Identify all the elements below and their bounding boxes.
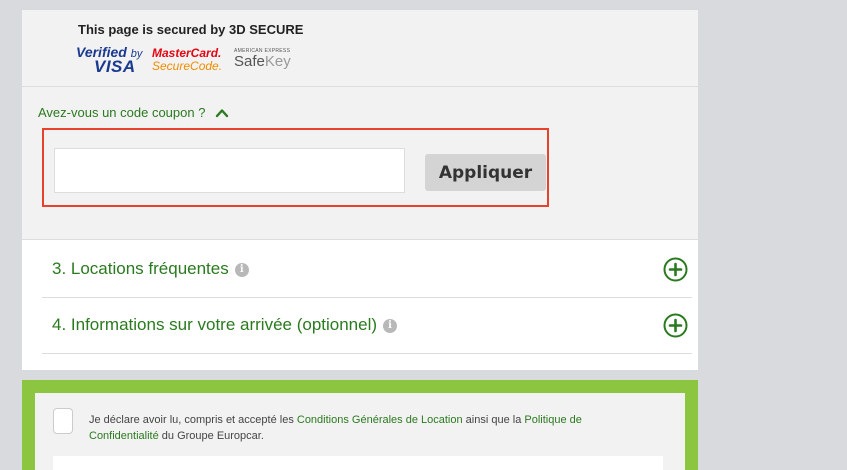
section-arrival-info[interactable]: 4. Informations sur votre arrivée (optio… [42,297,692,354]
plus-circle-icon[interactable] [663,257,688,282]
info-icon[interactable]: i [234,262,249,277]
section-label: 4. Informations sur votre arrivée (optio… [52,315,398,335]
secure-title: This page is secured by 3D SECURE [78,22,304,37]
coupon-code-input[interactable] [54,148,405,193]
terms-checkbox[interactable] [53,408,73,434]
amex-safekey-logo: AMERICAN EXPRESS SafeKey [234,48,291,70]
coupon-highlight-box: Appliquer [42,128,549,207]
checkout-card: This page is secured by 3D SECURE Verifi… [22,10,698,370]
secure-section: This page is secured by 3D SECURE Verifi… [22,10,698,240]
chevron-up-icon [216,108,229,117]
coupon-toggle[interactable]: Avez-vous un code coupon ? [38,105,229,120]
terms-bottom-area [53,456,663,470]
mastercard-securecode-logo: MasterCard. SecureCode. [152,46,223,73]
section-label: 3. Locations fréquentes i [52,259,249,279]
terms-conditions-link[interactable]: Conditions Générales de Location [297,414,463,426]
divider [22,86,698,87]
info-icon[interactable]: i [383,318,398,333]
apply-coupon-button[interactable]: Appliquer [425,154,546,191]
terms-panel: Je déclare avoir lu, compris et accepté … [22,380,698,470]
verified-by-visa-logo: Verified by VISA [76,44,143,76]
terms-inner: Je déclare avoir lu, compris et accepté … [35,393,685,470]
coupon-toggle-label: Avez-vous un code coupon ? [38,105,206,120]
terms-text: Je déclare avoir lu, compris et accepté … [89,414,582,442]
plus-circle-icon[interactable] [663,313,688,338]
section-frequent-rentals[interactable]: 3. Locations fréquentes i [42,241,692,298]
